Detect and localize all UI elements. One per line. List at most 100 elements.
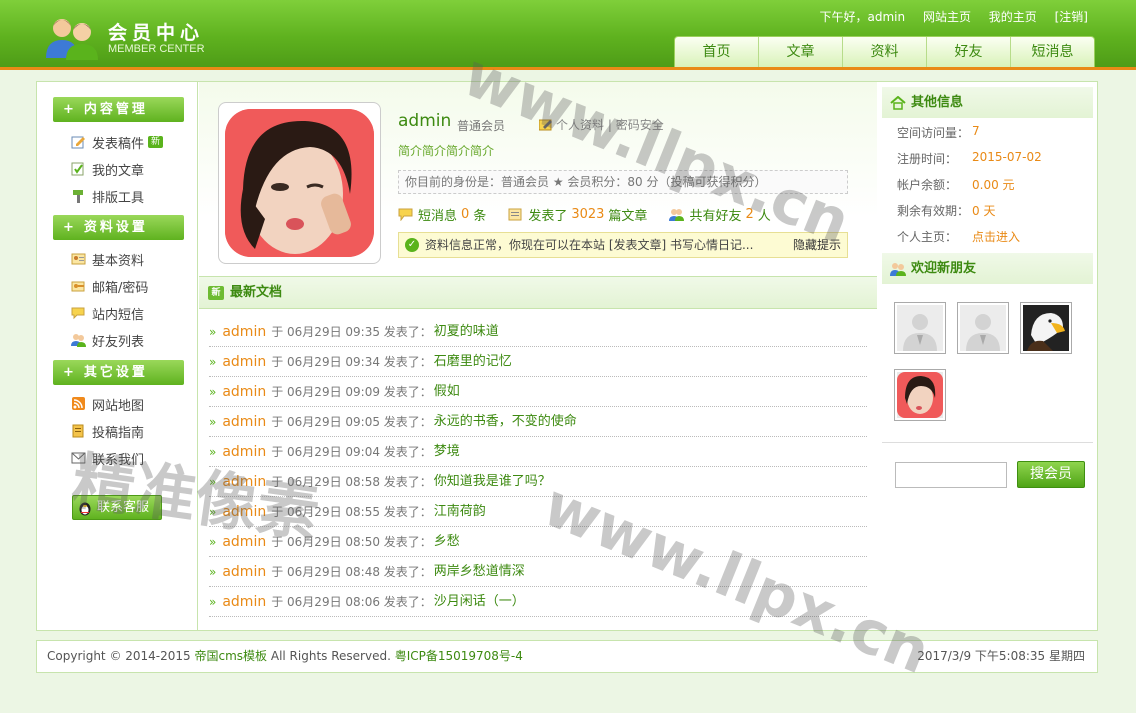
doc-title-link[interactable]: 石磨里的记忆	[434, 347, 512, 377]
info-label: 注册时间：	[897, 152, 958, 166]
edit-profile-icon	[538, 119, 553, 131]
doc-author-link[interactable]: admin	[222, 467, 266, 497]
doc-title-link[interactable]: 假如	[434, 377, 460, 407]
new-friends-header: 欢迎新朋友	[882, 253, 1093, 284]
doc-title-link[interactable]: 乡愁	[434, 527, 460, 557]
friend-avatar[interactable]	[957, 302, 1009, 354]
doc-row: » admin 于 06月29日 09:05 发表了： 永远的书香，不变的使命	[209, 407, 867, 437]
sidebar-section-settings[interactable]: + 资料设置	[53, 215, 184, 240]
doc-title-link[interactable]: 永远的书香，不变的使命	[434, 407, 577, 437]
arrow-icon: »	[209, 354, 217, 369]
sidebar-item-messages[interactable]: 站内短信	[71, 303, 144, 323]
info-label: 空间访问量：	[897, 126, 970, 140]
info-register-date: 注册时间： 2015-07-02	[897, 150, 1042, 167]
doc-time: 于 06月29日 08:50 发表了：	[271, 534, 432, 549]
sidebar-item-post[interactable]: 发表稿件 新	[71, 132, 164, 152]
info-value: 2015-07-02	[972, 150, 1042, 164]
sidebar-item-basic-info[interactable]: 基本资料	[71, 249, 144, 269]
sidebar-item-my-articles[interactable]: 我的文章	[71, 159, 144, 179]
nav-home[interactable]: 首页	[675, 37, 759, 67]
nav-profile[interactable]: 资料	[843, 37, 927, 67]
doc-author-link[interactable]: admin	[222, 527, 266, 557]
site-home-link[interactable]: 网站主页	[923, 10, 971, 24]
user-intro: 简介简介简介简介	[398, 144, 495, 158]
info-homepage: 个人主页： 点击进入	[897, 228, 1020, 245]
friends-stat[interactable]: 共有好友 2 人	[669, 205, 771, 224]
member-search-button[interactable]: 搜会员	[1017, 461, 1085, 488]
new-badge: 新	[148, 136, 164, 148]
right-column: 其他信息 空间访问量： 7 注册时间： 2015-07-02 帐户余额： 0.0…	[878, 82, 1097, 630]
status-notice: ✓ 资料信息正常，你现在可以在本站 [发表文章] 书写心情日记... 隐藏提示	[398, 232, 848, 258]
section-title: 资料设置	[83, 220, 148, 235]
brand-link[interactable]: 帝国cms模板	[195, 649, 268, 663]
doc-row: » admin 于 06月29日 09:35 发表了： 初夏的味道	[209, 317, 867, 347]
doc-row: » admin 于 06月29日 08:06 发表了： 沙月闲话（一）	[209, 587, 867, 617]
member-users-icon	[46, 19, 98, 60]
info-validity: 剩余有效期： 0 天	[897, 202, 995, 219]
contact-service-button[interactable]: 联系客服	[72, 495, 162, 520]
sidebar-section-other[interactable]: + 其它设置	[53, 360, 184, 385]
sidebar-item-email-password[interactable]: 邮箱/密码	[71, 276, 148, 296]
profile-panel: admin 普通会员 个人资料 | 密码安全 简介简介简介简介 你目前的身份是：…	[199, 82, 877, 275]
arrow-icon: »	[209, 324, 217, 339]
user-group: 普通会员	[457, 119, 506, 133]
new-tag-icon: 新	[208, 285, 224, 300]
friends-unit: 人	[757, 209, 771, 224]
doc-author-link[interactable]: admin	[222, 347, 266, 377]
doc-author-link[interactable]: admin	[222, 497, 266, 527]
info-label: 剩余有效期：	[897, 204, 970, 218]
friend-avatar[interactable]	[894, 369, 946, 421]
logout-link[interactable]: [注销]	[1055, 10, 1088, 24]
plus-icon: +	[63, 365, 74, 380]
sidebar-item-label: 我的文章	[92, 163, 145, 179]
doc-author-link[interactable]: admin	[222, 587, 266, 617]
doc-author-link[interactable]: admin	[222, 317, 266, 347]
doc-time: 于 06月29日 09:35 发表了：	[271, 324, 432, 339]
doc-row: » admin 于 06月29日 09:34 发表了： 石磨里的记忆	[209, 347, 867, 377]
sidebar-item-layout-tool[interactable]: 排版工具	[71, 186, 144, 206]
message-icon	[398, 208, 413, 221]
messages-count: 0	[461, 207, 470, 222]
sidebar-section-content[interactable]: + 内容管理	[53, 97, 184, 122]
sidebar-item-friends[interactable]: 好友列表	[71, 330, 144, 350]
user-avatar[interactable]	[218, 102, 381, 264]
messages-stat[interactable]: 短消息 0 条	[398, 205, 486, 224]
sidebar-item-label: 站内短信	[92, 307, 145, 323]
doc-author-link[interactable]: admin	[222, 377, 266, 407]
nav-messages[interactable]: 短消息	[1011, 37, 1094, 67]
default-avatar-icon	[960, 305, 1006, 351]
doc-row: » admin 于 06月29日 08:55 发表了： 江南荷韵	[209, 497, 867, 527]
icp-link[interactable]: 粤ICP备15019708号-4	[395, 649, 523, 663]
member-search-input[interactable]	[895, 462, 1007, 488]
doc-title-link[interactable]: 初夏的味道	[434, 317, 499, 347]
hide-notice-link[interactable]: 隐藏提示	[793, 233, 841, 257]
logo-subtitle: MEMBER CENTER	[108, 43, 205, 55]
messages-unit: 条	[473, 209, 487, 224]
doc-author-link[interactable]: admin	[222, 437, 266, 467]
doc-title-link[interactable]: 你知道我是谁了吗？	[434, 467, 551, 497]
arrow-icon: »	[209, 414, 217, 429]
my-home-link[interactable]: 我的主页	[989, 10, 1037, 24]
friend-avatar[interactable]	[894, 302, 946, 354]
nav-friends[interactable]: 好友	[927, 37, 1011, 67]
sidebar-item-contact[interactable]: 联系我们	[71, 448, 144, 468]
doc-title-link[interactable]: 江南荷韵	[434, 497, 486, 527]
homepage-link[interactable]: 点击进入	[972, 228, 1020, 245]
doc-author-link[interactable]: admin	[222, 557, 266, 587]
doc-title-link[interactable]: 沙月闲话（一）	[434, 587, 525, 617]
doc-title-link[interactable]: 梦境	[434, 437, 460, 467]
friend-avatar[interactable]	[1020, 302, 1072, 354]
sidebar-item-guide[interactable]: 投稿指南	[71, 421, 144, 441]
doc-author-link[interactable]: admin	[222, 407, 266, 437]
doc-time: 于 06月29日 08:48 发表了：	[271, 564, 432, 579]
personal-info-link[interactable]: 个人资料	[556, 118, 604, 132]
password-security-link[interactable]: 密码安全	[616, 118, 664, 132]
info-value: 0 天	[972, 204, 996, 218]
sidebar-item-sitemap[interactable]: 网站地图	[71, 394, 144, 414]
doc-title-link[interactable]: 两岸乡愁道情深	[434, 557, 525, 587]
posts-stat[interactable]: 发表了 3023 篇文章	[508, 205, 647, 224]
nav-articles[interactable]: 文章	[759, 37, 843, 67]
logo-title: 会员中心	[108, 22, 205, 44]
arrow-icon: »	[209, 534, 217, 549]
info-label: 个人主页：	[897, 230, 958, 244]
